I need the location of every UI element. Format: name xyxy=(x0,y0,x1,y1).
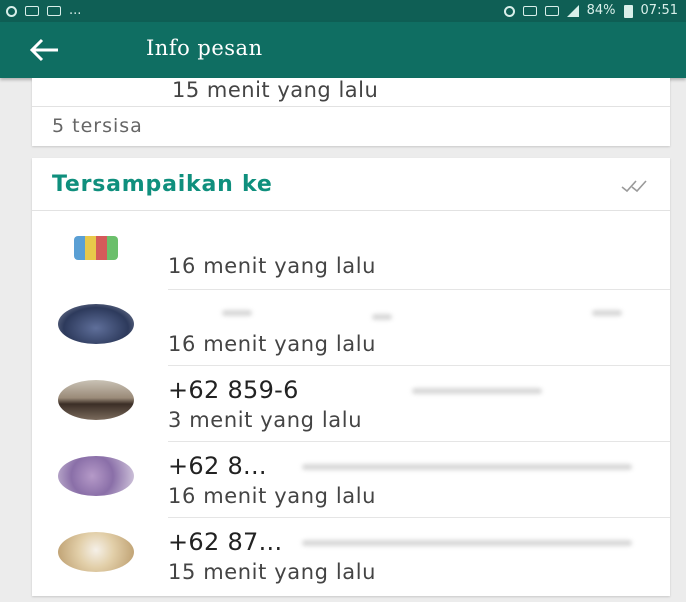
avatar[interactable] xyxy=(74,236,118,260)
message-icon xyxy=(25,6,39,16)
section-header: Tersampaikan ke xyxy=(52,172,273,197)
avatar[interactable] xyxy=(58,532,134,572)
clock: 07:51 xyxy=(640,3,678,18)
list-item[interactable]: 16 menit yang lalu xyxy=(32,290,670,366)
battery-percent: 84% xyxy=(586,3,616,18)
app-bar: Info pesan xyxy=(0,22,686,78)
redacted-name xyxy=(592,310,622,316)
list-item[interactable]: +62 8... 16 menit yang lalu xyxy=(32,442,670,518)
read-by-card: 15 menit yang lalu 5 tersisa xyxy=(32,78,670,146)
sim-icon xyxy=(522,6,537,16)
contact-name: +62 8... xyxy=(168,452,267,480)
status-overflow-text: ... xyxy=(69,3,82,18)
contact-name: +62 859-6 xyxy=(168,376,299,404)
redacted-number xyxy=(302,540,632,546)
redacted-number xyxy=(412,388,542,394)
notification-icon xyxy=(6,5,17,17)
redacted-name xyxy=(372,314,392,320)
delivered-to-card: Tersampaikan ke 16 menit yang lalu 16 me… xyxy=(32,158,670,596)
battery-icon xyxy=(623,4,633,18)
contact-name: +62 87... xyxy=(168,528,283,556)
read-time: 15 menit yang lalu xyxy=(172,78,379,102)
back-arrow-icon[interactable] xyxy=(28,34,62,66)
list-item[interactable]: 16 menit yang lalu xyxy=(32,214,670,290)
remaining-count[interactable]: 5 tersisa xyxy=(52,115,143,137)
facebook-icon xyxy=(47,6,61,16)
delivered-time: 16 menit yang lalu xyxy=(168,332,377,356)
avatar[interactable] xyxy=(58,456,134,496)
list-item[interactable]: +62 859-6 3 menit yang lalu xyxy=(32,366,670,442)
alarm-icon xyxy=(503,5,515,17)
redacted-number xyxy=(302,464,632,470)
signal-icon xyxy=(566,5,579,17)
delivered-time: 15 menit yang lalu xyxy=(168,560,377,584)
avatar[interactable] xyxy=(58,304,134,344)
divider xyxy=(32,106,670,107)
data-icon xyxy=(544,6,559,16)
double-check-icon xyxy=(621,180,647,193)
status-bar: ... 84% 07:51 xyxy=(0,0,686,22)
delivered-time: 3 menit yang lalu xyxy=(168,408,363,432)
list-item[interactable]: +62 87... 15 menit yang lalu xyxy=(32,518,670,596)
redacted-name xyxy=(222,310,252,316)
delivered-time: 16 menit yang lalu xyxy=(168,484,377,508)
divider xyxy=(32,210,670,211)
delivered-time: 16 menit yang lalu xyxy=(168,254,377,278)
page-title: Info pesan xyxy=(146,36,263,60)
avatar[interactable] xyxy=(58,380,134,420)
